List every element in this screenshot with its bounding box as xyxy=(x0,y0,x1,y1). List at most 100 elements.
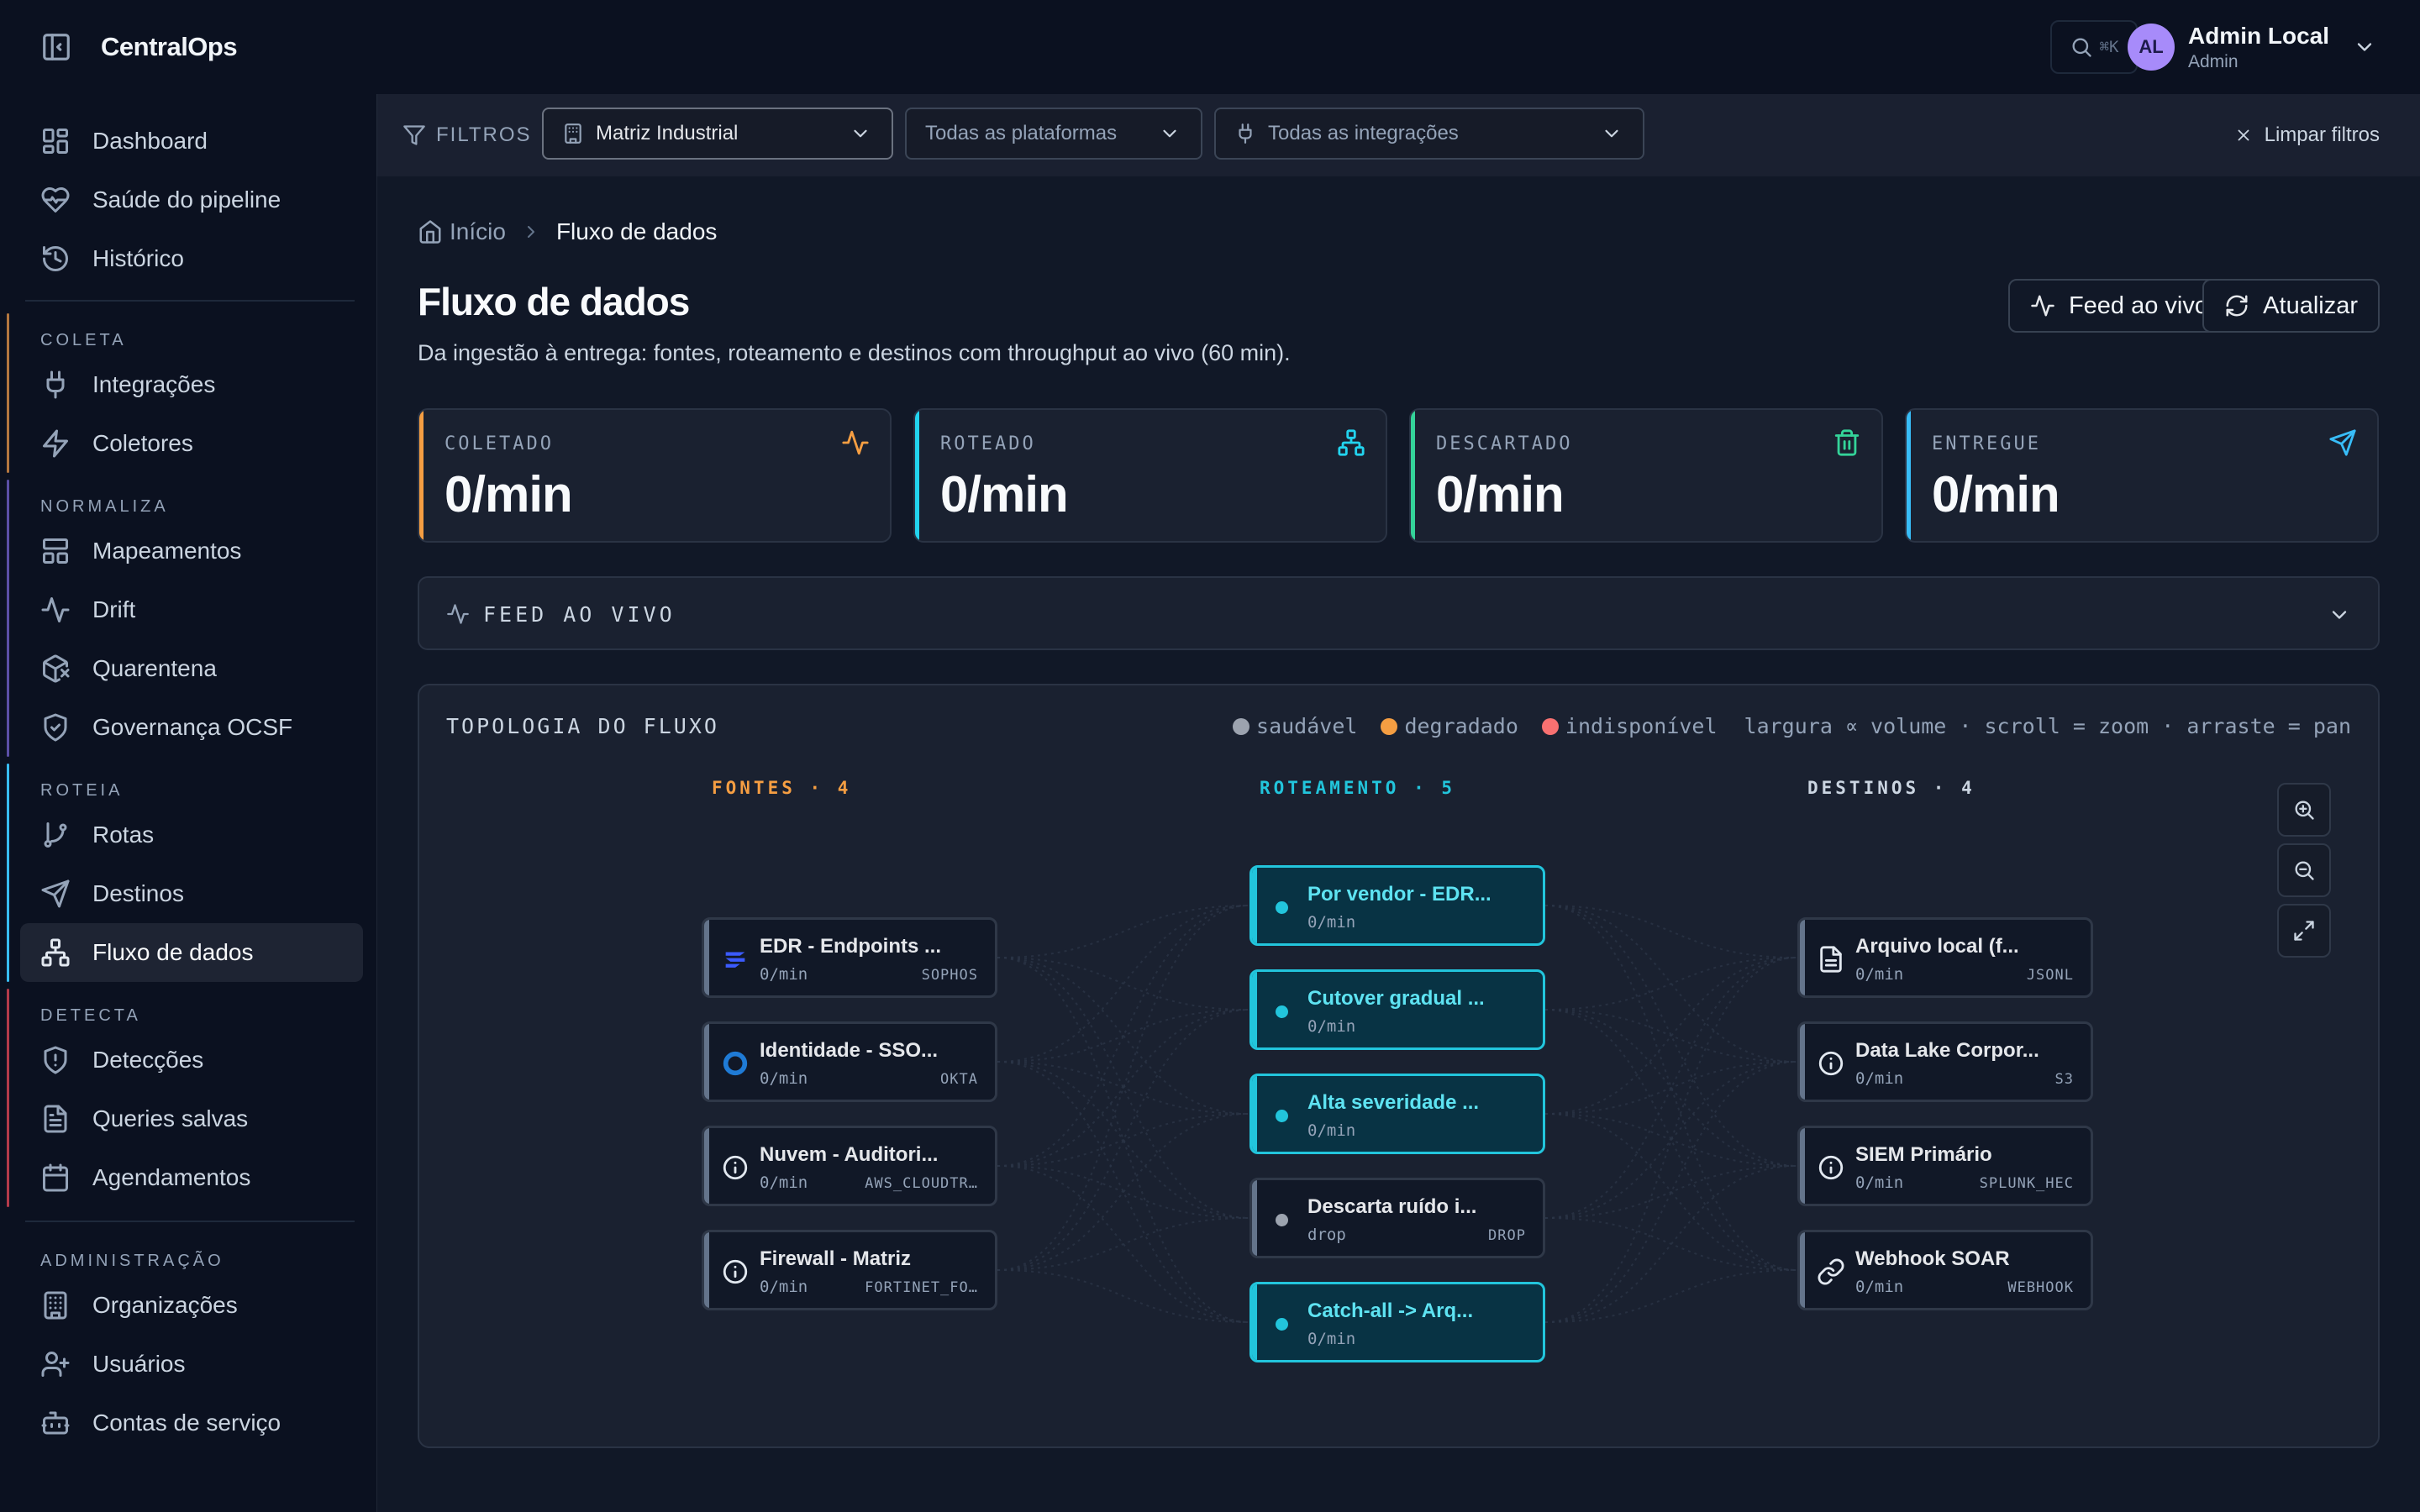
sidebar-item-integrations[interactable]: Integrações xyxy=(20,355,363,414)
sidebar-item-collectors[interactable]: Coletores xyxy=(20,414,363,473)
route-node[interactable]: Cutover gradual ... 0/min xyxy=(1249,969,1545,1050)
sidebar-item-label: Governança OCSF xyxy=(92,714,293,740)
sidebar-item-schedules[interactable]: Agendamentos xyxy=(20,1148,363,1207)
sidebar-item-data-flow[interactable]: Fluxo de dados xyxy=(20,923,363,982)
sidebar-toggle-icon[interactable] xyxy=(40,31,72,63)
chevron-down-icon xyxy=(850,123,871,144)
clear-filters-button[interactable]: Limpar filtros xyxy=(2234,119,2380,151)
sidebar-group-detecta: DETECTA Detecções Queries salvas Agendam… xyxy=(7,989,363,1207)
stat-card-routed: ROTEADO 0/min xyxy=(913,408,1387,543)
legend-dot xyxy=(1541,717,1559,735)
flow-link xyxy=(997,1061,1250,1323)
sidebar-group-roteia: ROTEIA Rotas Destinos Fluxo de dados xyxy=(7,764,363,982)
flow-link xyxy=(997,1165,1250,1323)
source-node[interactable]: Firewall - Matriz 0/min FORTINET_FO… xyxy=(702,1230,997,1310)
breadcrumb-home[interactable]: Início xyxy=(450,218,506,245)
topology-panel[interactable]: TOPOLOGIA DO FLUXO saudável degradado in… xyxy=(418,684,2380,1448)
search-button[interactable]: ⌘K xyxy=(2050,20,2138,74)
user-plus-icon xyxy=(40,1349,71,1379)
integration-select[interactable]: Todas as integrações xyxy=(1214,108,1644,160)
route-node-drop[interactable]: Descarta ruído i... drop DROP xyxy=(1249,1178,1545,1258)
destination-node[interactable]: SIEM Primário 0/min SPLUNK_HEC xyxy=(1797,1126,2093,1206)
flow-link xyxy=(997,905,1250,1063)
flow-link xyxy=(997,905,1250,958)
node-status-bar xyxy=(1800,920,1805,995)
section-label: COLETA xyxy=(40,331,127,349)
send-icon xyxy=(40,879,71,909)
live-feed-button[interactable]: Feed ao vivo xyxy=(2007,279,2230,333)
sidebar-item-label: Destinos xyxy=(92,880,184,906)
platform-select[interactable]: Todas as plataformas xyxy=(905,108,1202,160)
node-rate: 0/min xyxy=(1307,1121,1356,1140)
live-feed-panel[interactable]: FEED AO VIVO xyxy=(418,576,2380,650)
sidebar-item-organizations[interactable]: Organizações xyxy=(20,1276,363,1335)
destination-node[interactable]: Webhook SOAR 0/min WEBHOOK xyxy=(1797,1230,2093,1310)
source-node[interactable]: Identidade - SSO... 0/min OKTA xyxy=(702,1021,997,1102)
sidebar-item-label: Agendamentos xyxy=(92,1164,251,1190)
topology-title: TOPOLOGIA DO FLUXO xyxy=(446,714,719,738)
main-content: Início Fluxo de dados Fluxo de dados Da … xyxy=(376,176,2420,1512)
node-kind: AWS_CLOUDTR… xyxy=(865,1175,978,1192)
sidebar-item-label: Mapeamentos xyxy=(92,538,242,564)
sidebar-item-destinations[interactable]: Destinos xyxy=(20,864,363,923)
node-kind: SOPHOS xyxy=(921,967,978,984)
sidebar-item-routes[interactable]: Rotas xyxy=(20,806,363,864)
node-kind: WEBHOOK xyxy=(2007,1279,2074,1296)
sidebar-item-quarantine[interactable]: Quarentena xyxy=(20,639,363,698)
source-node[interactable]: Nuvem - Auditori... 0/min AWS_CLOUDTR… xyxy=(702,1126,997,1206)
clear-filters-label: Limpar filtros xyxy=(2264,123,2380,146)
node-rate: 0/min xyxy=(1307,1330,1356,1348)
sidebar-item-service-accounts[interactable]: Contas de serviço xyxy=(20,1394,363,1452)
search-shortcut: ⌘K xyxy=(2099,38,2119,56)
flow-link xyxy=(1544,905,1798,1063)
sidebar-item-users[interactable]: Usuários xyxy=(20,1335,363,1394)
breadcrumb: Início Fluxo de dados xyxy=(418,218,717,245)
sidebar-item-dashboard[interactable]: Dashboard xyxy=(20,112,363,171)
sidebar-item-saved-queries[interactable]: Queries salvas xyxy=(20,1089,363,1148)
sidebar-item-history[interactable]: Histórico xyxy=(20,229,363,288)
sidebar-item-label: Contas de serviço xyxy=(92,1410,281,1436)
user-menu[interactable]: AL Admin Local Admin xyxy=(2127,20,2376,74)
chevron-down-icon[interactable] xyxy=(2328,603,2351,627)
zap-icon xyxy=(40,428,71,459)
zoom-in-button[interactable] xyxy=(2277,783,2331,837)
flow-link xyxy=(997,1061,1250,1219)
group-accent xyxy=(7,764,9,982)
sidebar-item-label: Detecções xyxy=(92,1047,204,1073)
destination-node[interactable]: Arquivo local (f... 0/min JSONL xyxy=(1797,917,2093,998)
stat-card-delivered: ENTREGUE 0/min xyxy=(1905,408,2379,543)
flow-link xyxy=(1544,905,1798,958)
zoom-out-button[interactable] xyxy=(2277,843,2331,897)
user-role: Admin xyxy=(2187,51,2238,71)
route-node[interactable]: Alta severidade ... 0/min xyxy=(1249,1074,1545,1154)
sidebar-item-pipeline-health[interactable]: Saúde do pipeline xyxy=(20,171,363,229)
sidebar-item-drift[interactable]: Drift xyxy=(20,580,363,639)
route-status-dot xyxy=(1276,1318,1288,1331)
group-accent xyxy=(7,989,9,1207)
dashboard-icon xyxy=(40,126,71,156)
route-node[interactable]: Catch-all -> Arq... 0/min xyxy=(1249,1282,1545,1362)
refresh-icon xyxy=(2224,293,2263,318)
sidebar-item-mappings[interactable]: Mapeamentos xyxy=(20,522,363,580)
flow-link xyxy=(1544,1165,1798,1219)
top-bar: ⌘K AL Admin Local Admin xyxy=(376,0,2420,94)
node-kind: FORTINET_FO… xyxy=(865,1279,978,1296)
column-header-destinations: DESTINOS · 4 xyxy=(1807,778,1975,798)
source-node[interactable]: EDR - Endpoints ... 0/min SOPHOS xyxy=(702,917,997,998)
zoom-out-icon xyxy=(2292,858,2316,882)
history-icon xyxy=(40,244,71,274)
sidebar-item-ocsf-governance[interactable]: Governança OCSF xyxy=(20,698,363,757)
flow-link xyxy=(1544,1113,1798,1167)
fit-view-button[interactable] xyxy=(2277,904,2331,958)
route-node[interactable]: Por vendor - EDR... 0/min xyxy=(1249,865,1545,946)
org-select-value: Matriz Industrial xyxy=(596,122,739,144)
sidebar-item-detections[interactable]: Detecções xyxy=(20,1031,363,1089)
flow-link xyxy=(997,1009,1250,1063)
flow-link xyxy=(1544,1009,1798,1063)
org-select[interactable]: Matriz Industrial xyxy=(542,108,893,160)
destination-node[interactable]: Data Lake Corpor... 0/min S3 xyxy=(1797,1021,2093,1102)
refresh-button[interactable]: Atualizar xyxy=(2202,279,2380,333)
flow-link xyxy=(997,1269,1250,1323)
page-title: Fluxo de dados xyxy=(418,280,690,323)
network-icon xyxy=(1337,428,1365,457)
